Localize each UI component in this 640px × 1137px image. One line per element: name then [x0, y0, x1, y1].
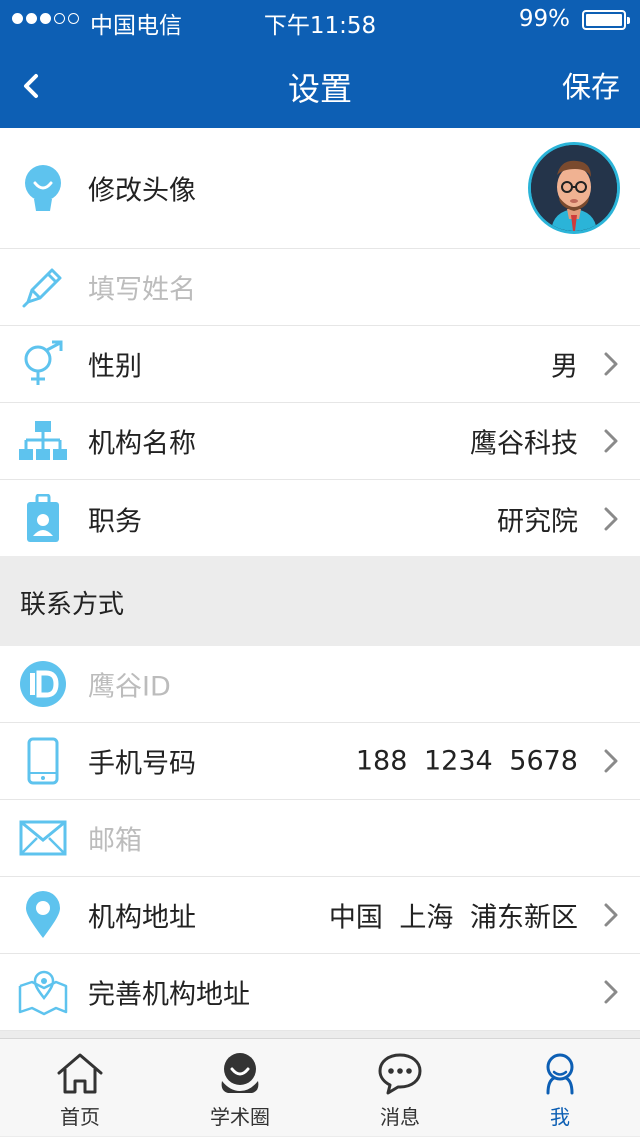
tab-academic-circle[interactable]: 学术圈 [160, 1039, 320, 1137]
name-field[interactable]: 填写姓名 [88, 268, 196, 307]
chevron-right-icon [604, 352, 618, 376]
tab-home[interactable]: 首页 [0, 1039, 160, 1137]
academic-circle-icon [221, 1053, 259, 1093]
row-label: 机构地址 [88, 902, 196, 934]
row-value: 188 1234 5678 [355, 745, 578, 777]
home-icon [57, 1053, 103, 1094]
row-label: 手机号码 [88, 748, 196, 780]
contact-list: 鹰谷ID 手机号码 188 1234 5678 邮箱 机构地址 中国 上海 浦东… [0, 646, 640, 1031]
yinggu-id-field[interactable]: 鹰谷ID [88, 665, 171, 704]
row-email[interactable]: 邮箱 [0, 800, 640, 877]
row-phone[interactable]: 手机号码 188 1234 5678 [0, 723, 640, 800]
row-organization[interactable]: 机构名称 鹰谷科技 [0, 403, 640, 480]
gender-icon [18, 339, 68, 389]
section-title: 联系方式 [20, 590, 125, 620]
battery-icon [582, 10, 630, 30]
avatar[interactable] [528, 142, 620, 234]
phone-icon [18, 736, 68, 786]
chevron-right-icon [604, 903, 618, 927]
location-pin-icon [18, 890, 68, 940]
row-value: 研究院 [497, 506, 578, 537]
email-field[interactable]: 邮箱 [88, 819, 142, 858]
tab-me[interactable]: 我 [480, 1039, 640, 1137]
row-name[interactable]: 填写姓名 [0, 249, 640, 326]
row-position[interactable]: 职务 研究院 [0, 480, 640, 557]
row-value: 中国 上海 浦东新区 [328, 902, 578, 934]
id-icon [18, 659, 68, 709]
map-icon [18, 967, 68, 1017]
row-complete-address[interactable]: 完善机构地址 [0, 954, 640, 1031]
row-label: 完善机构地址 [88, 979, 250, 1011]
chevron-right-icon [604, 980, 618, 1004]
status-bar: 中国电信 下午11:58 99% [0, 0, 640, 40]
chevron-right-icon [604, 507, 618, 530]
battery-percent: 99% [518, 6, 570, 32]
row-value: 鹰谷科技 [470, 428, 578, 460]
mail-icon [18, 813, 68, 863]
tab-label: 我 [550, 1105, 570, 1129]
chevron-right-icon [604, 429, 618, 453]
org-chart-icon [18, 416, 68, 466]
tab-label: 消息 [380, 1105, 420, 1129]
page-title: 设置 [287, 70, 352, 108]
tab-messages[interactable]: 消息 [320, 1039, 480, 1137]
profile-list: 修改头像 填写姓名 性别 男 机构名称 鹰谷科技 职务 研究院 [0, 128, 640, 557]
row-label: 机构名称 [88, 428, 196, 460]
message-icon [378, 1053, 422, 1095]
row-value: 男 [551, 351, 578, 383]
me-icon [546, 1053, 574, 1095]
row-gender[interactable]: 性别 男 [0, 326, 640, 403]
row-label: 修改头像 [88, 175, 196, 207]
row-label: 职务 [88, 506, 142, 537]
row-label: 性别 [88, 351, 142, 383]
row-org-address[interactable]: 机构地址 中国 上海 浦东新区 [0, 877, 640, 954]
row-change-avatar[interactable]: 修改头像 [0, 128, 640, 249]
avatar-head-icon [18, 163, 68, 213]
save-button[interactable]: 保存 [562, 64, 620, 106]
tab-bar: 首页 学术圈 消息 我 [0, 1038, 640, 1136]
row-yinggu-id[interactable]: 鹰谷ID [0, 646, 640, 723]
section-header-contact: 联系方式 [0, 556, 640, 646]
tab-label: 首页 [60, 1105, 100, 1129]
header: 中国电信 下午11:58 99% 设置 保存 [0, 0, 640, 128]
badge-icon [18, 493, 68, 544]
pencil-icon [18, 262, 68, 312]
chevron-right-icon [604, 749, 618, 773]
tab-label: 学术圈 [210, 1105, 270, 1129]
